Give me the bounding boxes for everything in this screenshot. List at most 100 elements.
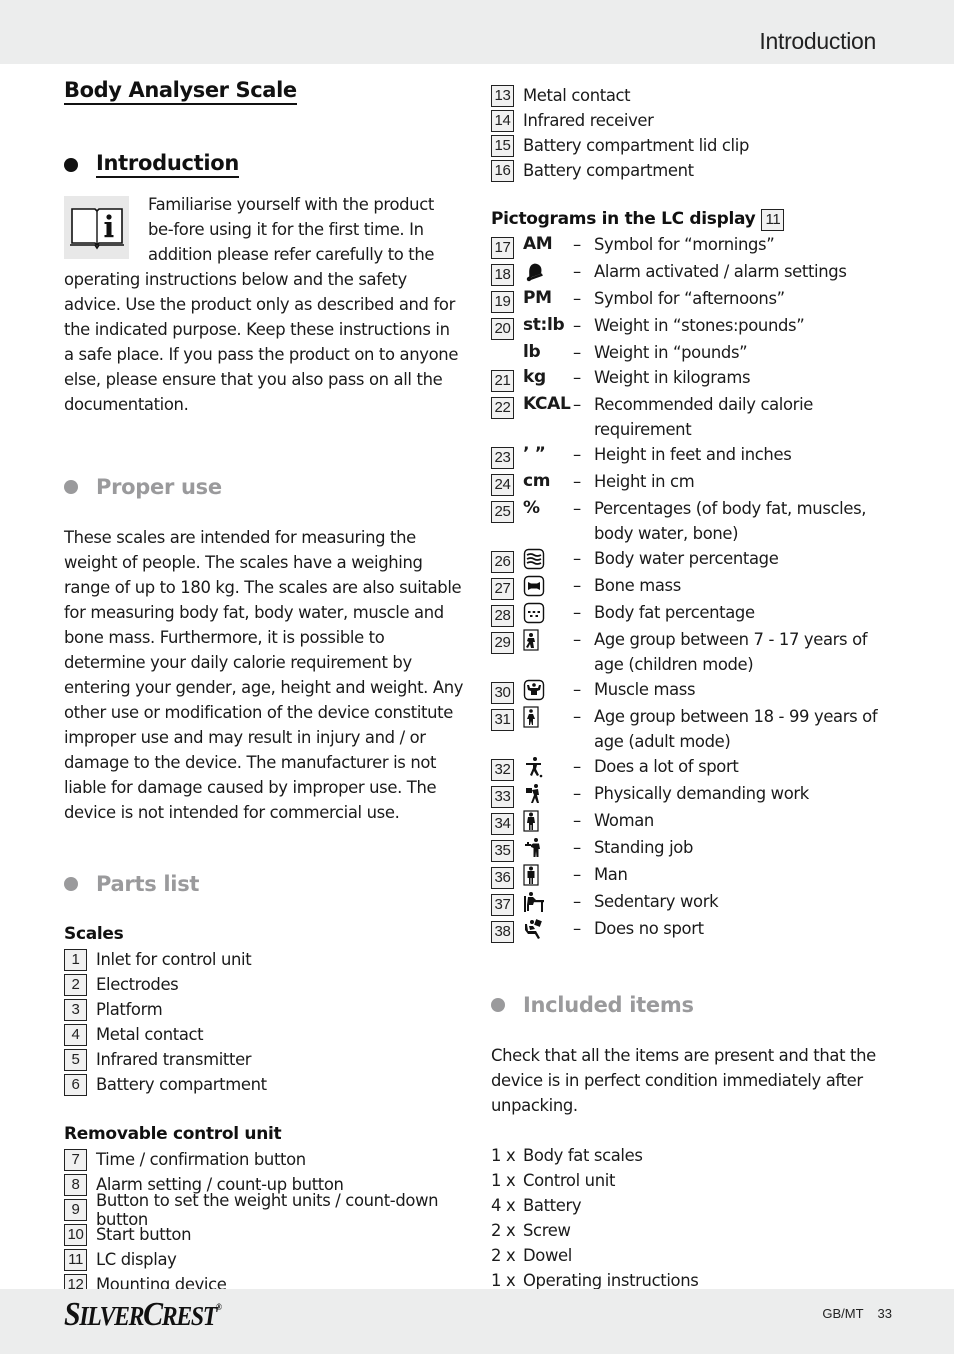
part-number-badge: 34 — [491, 812, 514, 835]
pictogram-number-cell: 21 — [491, 365, 523, 392]
locale-code: GB/MT — [822, 1306, 864, 1321]
part-number-badge: 18 — [491, 263, 514, 286]
pictogram-description: Woman — [594, 811, 654, 830]
pictogram-item: 33 – Physically demanding work — [491, 781, 891, 808]
pictogram-item: 28 – Body fat percentage — [491, 600, 891, 627]
part-label: Infrared receiver — [523, 111, 654, 130]
dash-separator: – — [573, 289, 581, 308]
pictogram-item: 29 – Age group between 7 - 17 years of age… — [491, 627, 891, 677]
part-number-badge: 16 — [491, 159, 514, 182]
bullet-icon — [64, 877, 78, 891]
dash-separator: – — [573, 680, 581, 699]
part-number-badge: 31 — [491, 708, 514, 731]
dash-separator: – — [573, 445, 581, 464]
part-number-badge: 2 — [64, 973, 87, 996]
part-number-badge: 20 — [491, 317, 514, 340]
standing-job-icon — [523, 835, 573, 860]
pictogram-item: 17 AM – Symbol for “mornings” — [491, 232, 891, 259]
pictogram-item: 32 – Does a lot of sport — [491, 754, 891, 781]
control-parts-list: 7 Time / confirmation button 8 Alarm settin… — [64, 1147, 464, 1297]
pictogram-description: Weight in “pounds” — [594, 343, 748, 362]
pictogram-description: Height in cm — [594, 472, 695, 491]
dash-separator: – — [573, 472, 581, 491]
bell-icon — [523, 259, 573, 284]
dash-separator: – — [573, 630, 581, 649]
pictograms-list: 17 AM – Symbol for “mornings” 18– Alarm activ… — [491, 232, 891, 943]
pictogram-number-cell — [491, 340, 523, 342]
heading-text: Included items — [523, 993, 694, 1017]
pictogram-number-cell: 24 — [491, 469, 523, 496]
included-items-list: 1 x Body fat scales 1 x Control unit 4 x Batt… — [491, 1143, 891, 1293]
part-label: Battery compartment — [523, 161, 694, 180]
man-icon — [523, 862, 573, 887]
pictogram-symbol: % — [523, 498, 540, 518]
dash-separator: – — [573, 919, 581, 938]
heading-text: Parts list — [96, 872, 200, 896]
pictogram-symbol: PM — [523, 288, 552, 308]
item-quantity: 1 x — [491, 1171, 516, 1190]
control-parts-list-continued: 13 Metal contact 14 Infrared receiver 15 Batt… — [491, 83, 891, 183]
part-number-badge: 26 — [491, 550, 514, 573]
part-number-badge: 14 — [491, 109, 514, 132]
dash-separator: – — [573, 235, 581, 254]
pictogram-description: Age group between 7 - 17 years of age (c… — [594, 630, 868, 674]
part-number-badge: 5 — [64, 1048, 87, 1071]
sport-icon — [523, 754, 573, 779]
part-label: Start button — [96, 1225, 192, 1244]
item-label: Body fat scales — [523, 1146, 643, 1165]
dash-separator: – — [573, 549, 581, 568]
page-reference: GB/MT 33 — [822, 1306, 892, 1321]
pictogram-description: Standing job — [594, 838, 694, 857]
part-number-badge: 24 — [491, 473, 514, 496]
dash-separator: – — [573, 576, 581, 595]
part-number-badge: 3 — [64, 998, 87, 1021]
pictogram-number-cell: 17 — [491, 232, 523, 259]
pictogram-description: Physically demanding work — [594, 784, 809, 803]
pictogram-item: 20 st:lb – Weight in “stones:pounds” — [491, 313, 891, 340]
pictogram-item: 22 KCAL – Recommended daily calorie require… — [491, 392, 891, 442]
pictogram-number-cell: 19 — [491, 286, 523, 313]
pictogram-symbol: KCAL — [523, 394, 571, 414]
part-number-badge: 27 — [491, 577, 514, 600]
intro-section: Familiarise yourself with the product be… — [64, 192, 464, 417]
part-item: 14 Infrared receiver — [491, 108, 891, 133]
heading-proper-use: Proper use — [64, 475, 464, 499]
part-item: 13 Metal contact — [491, 83, 891, 108]
heavy-work-icon — [523, 781, 573, 806]
registered-mark: ® — [215, 1302, 222, 1312]
proper-use-paragraph: These scales are intended for measuring … — [64, 528, 464, 822]
included-paragraph: Check that all the items are present and… — [491, 1046, 876, 1115]
pictogram-symbol: lb — [523, 342, 541, 362]
part-number-badge: 19 — [491, 290, 514, 313]
part-number-badge: 1 — [64, 948, 87, 971]
pictogram-number-cell: 33 — [491, 781, 523, 808]
pictogram-description: Weight in kilograms — [594, 368, 751, 387]
dash-separator: – — [573, 784, 581, 803]
part-item: 5 Infrared transmitter — [64, 1047, 464, 1072]
part-item: 9 Button to set the weight units / count-… — [64, 1191, 464, 1229]
part-number-badge: 33 — [491, 785, 514, 808]
part-label: LC display — [96, 1250, 177, 1269]
part-number-badge: 35 — [491, 839, 514, 862]
part-number-badge: 36 — [491, 866, 514, 889]
part-number-badge: 21 — [491, 369, 514, 392]
part-label: Metal contact — [96, 1025, 204, 1044]
part-label: Battery compartment lid clip — [523, 136, 750, 155]
pictogram-number-cell: 28 — [491, 600, 523, 627]
dash-separator: – — [573, 603, 581, 622]
pictogram-description: Bone mass — [594, 576, 681, 595]
part-number-badge: 38 — [491, 920, 514, 943]
bone-icon — [523, 573, 573, 598]
part-item: 3 Platform — [64, 997, 464, 1022]
pictogram-item: 24 cm – Height in cm — [491, 469, 891, 496]
pictogram-description: Percentages (of body fat, muscles, body … — [594, 499, 867, 543]
bullet-icon — [491, 998, 505, 1012]
subheading-scales: Scales — [64, 924, 124, 944]
heading-included-items: Included items — [491, 993, 891, 1017]
pictogram-item: 31 – Age group between 18 - 99 years of ag… — [491, 704, 891, 754]
part-item: 7 Time / confirmation button — [64, 1147, 464, 1172]
sedentary-work-icon — [523, 889, 573, 914]
part-label: Infrared transmitter — [96, 1050, 252, 1069]
item-quantity: 2 x — [491, 1246, 516, 1265]
item-quantity: 4 x — [491, 1196, 516, 1215]
